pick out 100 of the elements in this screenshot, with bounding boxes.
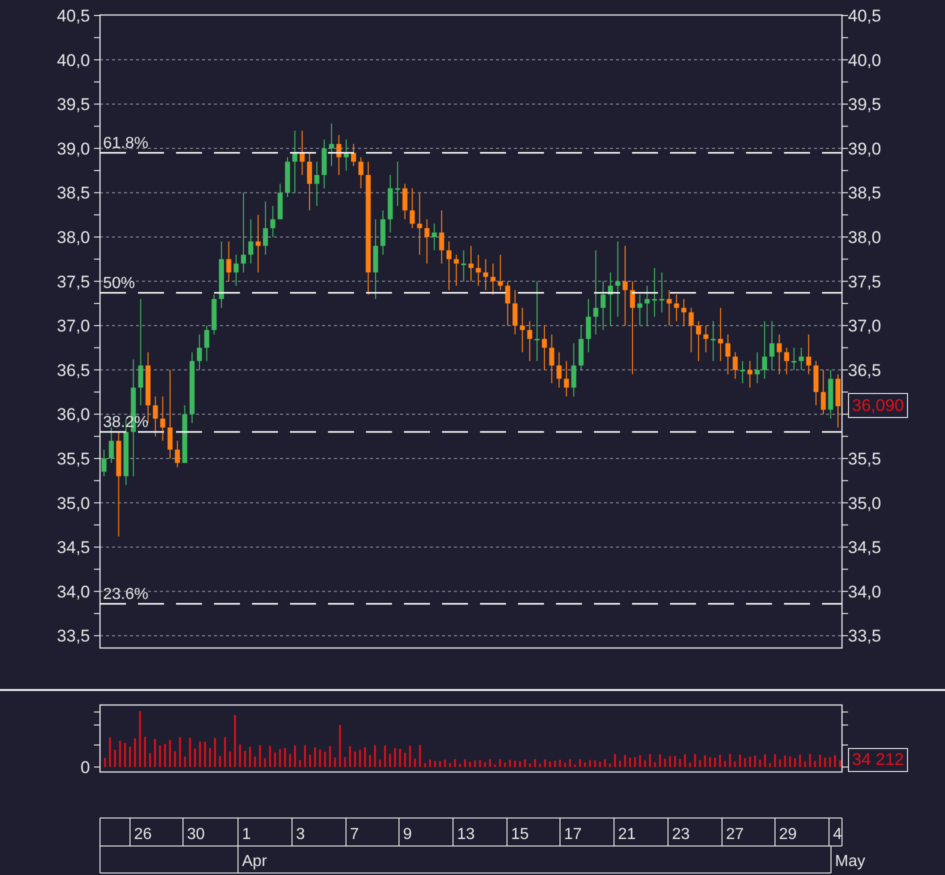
candlestick [505,280,510,326]
date-label: 30 [187,826,205,843]
date-label: 4 [833,826,842,843]
candlestick [417,192,422,256]
candlestick [666,290,672,326]
candlestick [314,161,320,206]
fibonacci-label: 23.6% [103,586,148,603]
candlestick [483,258,488,291]
candlestick [300,130,305,176]
candlestick [490,263,496,296]
candlestick [791,347,796,370]
candlestick [586,298,591,353]
candlestick [762,320,768,380]
candlestick [108,426,114,464]
candlestick [292,130,298,194]
candlestick [439,210,444,264]
date-label: 26 [134,826,152,843]
axis-label: 0 [80,758,90,777]
candlestick [358,156,364,189]
candlestick [344,139,349,172]
candlestick [336,134,342,176]
candlestick [402,183,408,220]
candlestick [681,298,686,326]
axis-label: 34,5 [848,538,882,558]
candlestick [769,320,774,370]
candlestick [696,320,702,362]
candlestick [776,334,782,375]
candlestick [270,205,276,238]
candlestick [256,214,261,273]
candlestick [160,396,166,442]
axis-label: 39,0 [848,139,882,158]
date-label: 3 [296,826,305,843]
candlestick [784,347,790,375]
candlestick [410,188,415,229]
candlestick [688,307,694,353]
date-label: 7 [350,826,359,843]
candlestick [262,201,268,256]
axis-label: 35,5 [56,450,90,468]
candlestick [498,254,503,291]
candlestick [644,285,650,326]
candlestick [564,360,569,397]
candlestick [652,268,657,318]
candlestick [174,440,180,468]
candlestick [534,280,540,362]
candlestick [740,360,746,384]
axis-label: 38,0 [56,228,90,247]
candlestick [234,254,239,286]
candlestick [542,325,547,370]
candlestick [806,334,812,375]
candlestick [820,369,826,415]
axis-label: 40,5 [848,6,882,26]
candlestick [798,347,804,370]
candlestick [240,192,246,273]
candlestick [476,254,481,286]
candlestick [351,143,356,167]
candlestick [718,307,724,362]
fibonacci-label: 50% [103,274,136,292]
candlestick [424,218,430,264]
candlestick [152,396,158,437]
candlestick [674,294,680,322]
axis-label: 34,5 [56,538,90,558]
candlestick [615,240,620,318]
date-label: 21 [618,826,636,843]
axis-label: 38,5 [56,184,90,203]
candlestick [248,218,254,264]
date-label: 9 [403,826,412,843]
date-label: 27 [726,826,744,843]
candlestick [703,325,708,353]
axis-label: 37,5 [56,272,90,292]
axis-label: 36,5 [56,360,90,380]
date-label: 15 [511,826,529,843]
candlestick [571,342,576,397]
candlestick [725,334,730,375]
axis-label: 35,5 [848,450,882,468]
candlestick [395,161,400,206]
date-label: 29 [779,826,797,843]
date-label: 13 [457,826,475,843]
candlestick [593,250,598,335]
axis-label: 35,0 [56,494,90,513]
axis-label: 40,0 [56,50,90,70]
axis-label: 37,0 [848,316,882,336]
candlestick [747,360,752,388]
candlestick [168,369,173,459]
candlestick [461,250,466,282]
axis-label: 37,5 [848,272,882,292]
axis-label: 39,5 [848,95,882,114]
date-label: 1 [242,826,251,843]
candlestick [754,352,760,384]
axis-label: 36,5 [848,360,882,380]
candlestick [659,272,664,313]
candlestick [329,123,334,167]
axis-label: 34,0 [848,582,882,602]
month-label: May [835,853,866,870]
candlestick [622,245,628,326]
candlestick [204,325,210,362]
candlestick [446,240,452,291]
axis-label: 39,5 [56,95,90,114]
price-badge: 36,090 [848,393,908,418]
axis-label: 33,5 [848,626,882,646]
candlestick [468,245,474,282]
